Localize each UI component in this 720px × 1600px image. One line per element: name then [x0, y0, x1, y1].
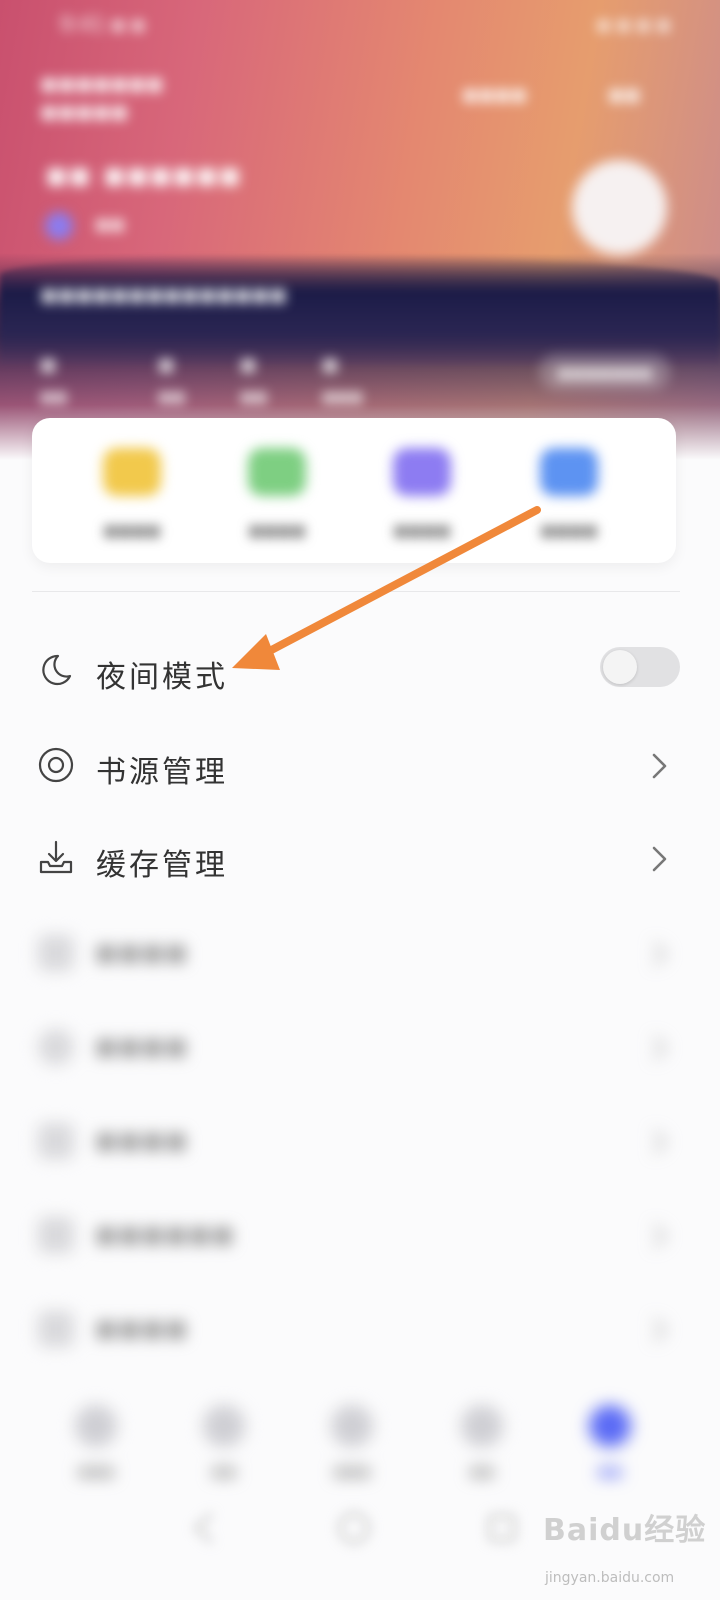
home-icon[interactable] [334, 1508, 374, 1548]
tab-icon [331, 1405, 373, 1447]
quick-action-label: ▪▪▪▪ [103, 518, 161, 542]
quick-action-1[interactable]: ▪▪▪▪ [62, 448, 202, 542]
chevron-right-icon [652, 846, 667, 872]
chevron-right-icon [653, 1224, 667, 1248]
menu-item-label: 缓存管理 [96, 848, 228, 883]
menu-item-label: 夜间模式 [96, 660, 228, 695]
stat-number: ▪ [40, 350, 57, 378]
status-bar: 9:41 ▪ ▪ ▪ ▪ ▪ ▪ [40, 10, 680, 40]
tab-1[interactable]: ▪▪▪ [46, 1405, 146, 1482]
menu-item-night-mode[interactable]: 夜间模式 [0, 647, 720, 744]
menu-icon [38, 1029, 74, 1065]
quick-action-2[interactable]: ▪▪▪▪ [207, 448, 347, 542]
tab-icon [75, 1405, 117, 1447]
chevron-right-icon [653, 1130, 667, 1154]
menu-item-7[interactable]: ▪▪▪▪▪▪ [0, 1215, 720, 1309]
tab-label: ▪▪▪ [77, 1461, 115, 1482]
target-icon [38, 747, 74, 783]
chevron-right-icon [653, 1036, 667, 1060]
menu-item-cache[interactable]: 缓存管理 [0, 838, 720, 932]
tab-2[interactable]: ▪▪ [174, 1405, 274, 1482]
watermark-logo: Baidu经验 [543, 1513, 707, 1548]
menu-icon [38, 935, 74, 971]
menu-item-label: ▪▪▪▪ [96, 1029, 190, 1064]
moon-icon [42, 654, 72, 686]
folder-icon [103, 448, 161, 496]
tab-icon [461, 1405, 503, 1447]
menu-item-8[interactable]: ▪▪▪▪ [0, 1309, 720, 1403]
chevron-right-icon [652, 753, 667, 779]
tab-5-active[interactable]: ▪▪ [560, 1405, 660, 1482]
tab-3[interactable]: ▪▪▪ [302, 1405, 402, 1482]
divider [32, 591, 680, 592]
menu-item-label: ▪▪▪▪▪▪ [96, 1217, 236, 1252]
menu-icon [38, 1311, 74, 1347]
tab-4[interactable]: ▪▪ [432, 1405, 532, 1482]
bottom-tab-bar: ▪▪▪ ▪▪ ▪▪▪ ▪▪ ▪▪ [0, 1395, 720, 1485]
user-signature: ▪▪▪▪▪▪▪▪▪▪▪▪▪▪ [40, 280, 287, 310]
recents-icon[interactable] [482, 1508, 522, 1548]
tab-label: ▪▪ [469, 1461, 495, 1482]
watermark-url: jingyan.baidu.com [545, 1570, 675, 1586]
quick-action-label: ▪▪▪▪ [393, 518, 451, 542]
stat-label: ▪▪▪ [322, 384, 363, 408]
user-level: ▪▪ [95, 212, 125, 237]
header-action-2[interactable]: ▪▪ [608, 80, 641, 108]
tab-label: ▪▪▪ [333, 1461, 371, 1482]
app-title: ▪▪▪▪▪▪▪ ▪▪▪▪▪ [40, 69, 164, 127]
quick-action-label: ▪▪▪▪ [248, 518, 306, 542]
user-name[interactable]: ▪▪ ▪▪▪▪▪▪ [45, 155, 241, 195]
tab-icon [203, 1405, 245, 1447]
back-icon[interactable] [186, 1508, 226, 1548]
chevron-right-icon [653, 942, 667, 966]
stat-number: ▪ [322, 350, 339, 378]
menu-item-6[interactable]: ▪▪▪▪ [0, 1121, 720, 1215]
image-icon [248, 448, 306, 496]
header-action-1[interactable]: ▪▪▪▪ [462, 80, 527, 108]
bag-icon [393, 448, 451, 496]
stat-item[interactable]: ▪ ▪▪▪ [322, 350, 422, 408]
menu-icon [38, 1217, 74, 1253]
tab-label: ▪▪ [211, 1461, 237, 1482]
header-landscape [0, 255, 720, 365]
toggle-knob [603, 650, 637, 684]
menu-item-4[interactable]: ▪▪▪▪ [0, 933, 720, 1027]
status-time: 9:41 ▪ ▪ [60, 12, 145, 36]
profile-header: 9:41 ▪ ▪ ▪ ▪ ▪ ▪ ▪▪▪▪▪▪▪ ▪▪▪▪▪ ▪▪▪▪ ▪▪ ▪… [0, 0, 720, 460]
square-icon [540, 448, 598, 496]
chevron-right-icon [653, 1318, 667, 1342]
menu-item-book-source[interactable]: 书源管理 [0, 745, 720, 839]
quick-action-4[interactable]: ▪▪▪▪ [499, 448, 639, 542]
quick-actions-card: ▪▪▪▪ ▪▪▪▪ ▪▪▪▪ ▪▪▪▪ [32, 418, 676, 563]
menu-icon [38, 1123, 74, 1159]
stats-button[interactable]: ▪▪▪▪▪▪▪ [539, 354, 670, 390]
download-tray-icon [39, 840, 73, 874]
quick-action-3[interactable]: ▪▪▪▪ [352, 448, 492, 542]
menu-item-label: 书源管理 [96, 755, 228, 790]
vip-badge-icon [45, 212, 73, 240]
tab-label: ▪▪ [597, 1461, 623, 1482]
stat-item[interactable]: ▪ ▪▪ [40, 350, 140, 408]
night-mode-toggle[interactable] [600, 647, 680, 687]
status-indicators: ▪ ▪ ▪ ▪ [596, 12, 670, 36]
stat-label: ▪▪ [40, 384, 68, 408]
avatar[interactable] [572, 160, 667, 255]
menu-item-label: ▪▪▪▪ [96, 1311, 190, 1346]
user-stats: ▪ ▪▪ ▪ ▪▪ ▪ ▪▪ ▪ ▪▪▪ ▪▪▪▪▪▪▪ [40, 350, 680, 410]
tab-icon [589, 1405, 631, 1447]
quick-action-label: ▪▪▪▪ [540, 518, 598, 542]
menu-item-5[interactable]: ▪▪▪▪ [0, 1027, 720, 1121]
menu-item-label: ▪▪▪▪ [96, 935, 190, 970]
menu-item-label: ▪▪▪▪ [96, 1123, 190, 1158]
